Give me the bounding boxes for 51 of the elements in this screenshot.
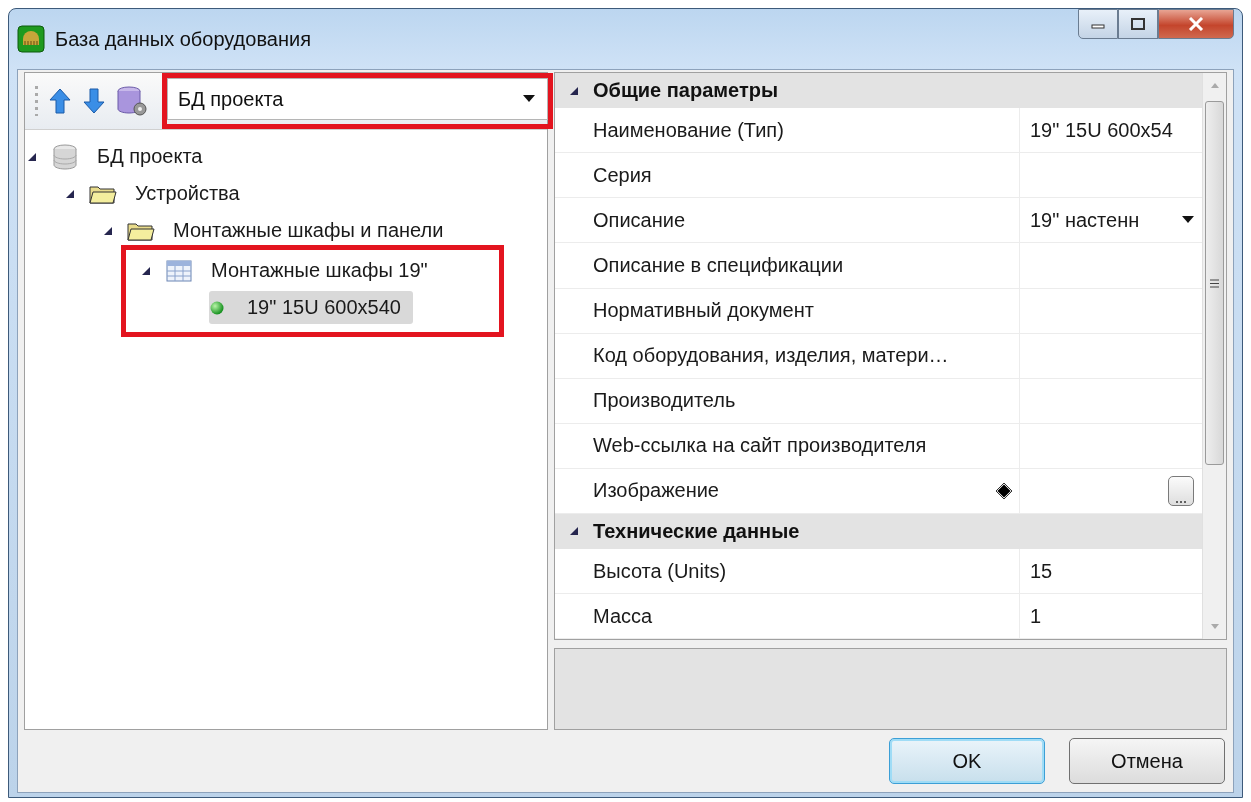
down-arrow-icon[interactable] xyxy=(82,87,106,115)
caret-icon xyxy=(523,95,535,103)
close-icon xyxy=(1188,17,1204,31)
status-dot-icon xyxy=(210,300,224,315)
ellipsis-icon xyxy=(1175,498,1187,505)
ok-button[interactable]: OK xyxy=(889,738,1045,784)
expander-icon[interactable] xyxy=(569,526,579,537)
property-name: Изображение xyxy=(593,479,719,503)
property-name: Наименование (Тип) xyxy=(593,118,784,142)
property-value: 19" 15U 600x54 xyxy=(1030,118,1173,142)
property-value: 1 xyxy=(1030,604,1042,628)
expander-icon[interactable] xyxy=(141,265,151,276)
property-name: Описание в спецификации xyxy=(593,253,844,277)
category-header: Технические данные xyxy=(593,519,800,543)
caret-icon xyxy=(1182,216,1194,225)
source-dropdown[interactable]: БД проекта xyxy=(167,78,548,120)
expander-icon[interactable] xyxy=(65,188,75,199)
tree-item[interactable]: Устройства xyxy=(129,179,246,208)
property-name: Высота (Units) xyxy=(593,559,727,583)
browse-button[interactable] xyxy=(1168,475,1194,506)
tree-item[interactable]: Монтажные шкафы 19" xyxy=(205,256,434,285)
expander-icon[interactable] xyxy=(569,85,579,96)
property-name: Web-ссылка на сайт производителя xyxy=(593,434,927,458)
scroll-thumb[interactable] xyxy=(1205,101,1224,465)
close-button[interactable] xyxy=(1158,9,1234,39)
database-icon xyxy=(50,141,80,172)
grip-icon xyxy=(1210,278,1219,288)
property-value: 15 xyxy=(1030,559,1053,583)
tree-item[interactable]: 19" 15U 600x540 xyxy=(209,291,413,324)
expander-icon[interactable] xyxy=(27,151,37,162)
property-name: Масса xyxy=(593,604,653,628)
property-name: Код оборудования, изделия, матери… xyxy=(593,344,949,368)
window-title: База данных оборудования xyxy=(55,27,311,51)
app-icon xyxy=(17,25,45,53)
maximize-button[interactable] xyxy=(1118,9,1158,39)
property-name: Производитель xyxy=(593,389,736,413)
database-settings-icon[interactable] xyxy=(116,85,148,117)
tree-item[interactable]: БД проекта xyxy=(91,142,209,171)
tree-item[interactable]: Монтажные шкафы и панели xyxy=(167,216,450,245)
table-icon xyxy=(166,259,192,282)
value-dropdown[interactable]: 19" настенн xyxy=(1030,208,1194,232)
cancel-button[interactable]: Отмена xyxy=(1069,738,1225,784)
scrollbar[interactable] xyxy=(1202,73,1226,640)
property-name: Описание xyxy=(593,208,686,232)
up-arrow-icon[interactable] xyxy=(48,87,72,115)
expander-icon[interactable] xyxy=(103,225,113,236)
property-name: Серия xyxy=(593,163,652,187)
minimize-button[interactable] xyxy=(1078,9,1118,39)
category-header: Общие параметры xyxy=(593,79,779,103)
property-name: Нормативный документ xyxy=(593,299,814,323)
maximize-icon xyxy=(1131,18,1145,30)
